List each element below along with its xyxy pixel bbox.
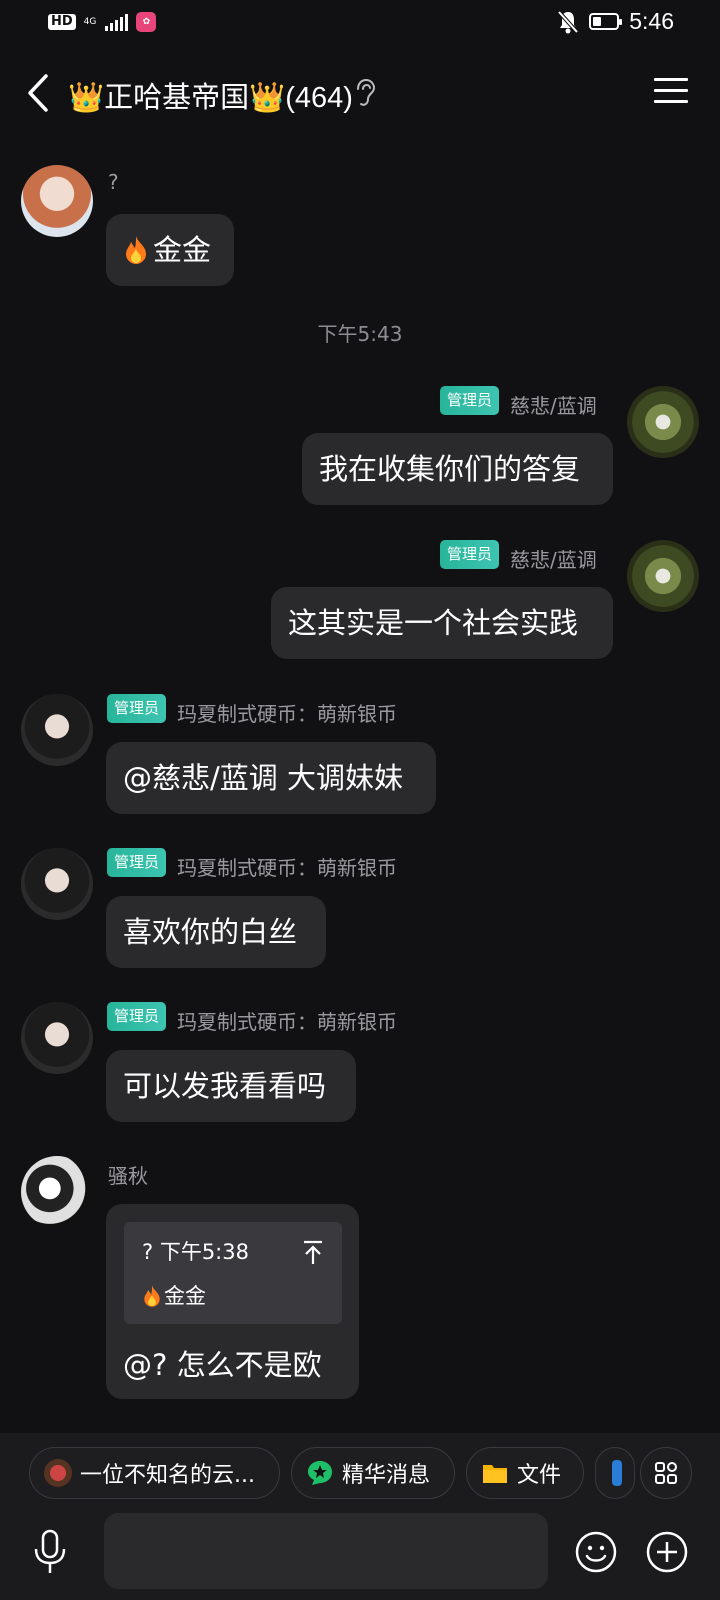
message-bubble[interactable]: 这其实是一个社会实践: [271, 587, 613, 659]
network-type: 4G: [83, 16, 97, 27]
jump-up-icon[interactable]: [302, 1240, 324, 1266]
bell-muted-icon: [557, 10, 579, 33]
message-bubble[interactable]: 金金: [106, 214, 234, 286]
clock: 5:46: [629, 8, 674, 34]
admin-badge: 管理员: [107, 1002, 167, 1031]
chip-partial[interactable]: [595, 1447, 635, 1499]
sender-name: ?: [108, 170, 119, 194]
message-input[interactable]: [104, 1513, 548, 1589]
sender-name: 玛夏制式硬币：萌新银币: [177, 1010, 397, 1034]
signal-icon: [105, 13, 129, 31]
fire-icon: [126, 236, 146, 264]
hd-indicator: HD: [48, 14, 76, 30]
apps-grid-button[interactable]: [640, 1447, 692, 1499]
message-text: 喜欢你的白丝: [123, 915, 298, 949]
sender-name: 慈悲/蓝调: [510, 548, 597, 572]
sender-name: 玛夏制式硬币：萌新银币: [177, 702, 397, 726]
quoted-text: 金金: [142, 1280, 206, 1310]
back-arrow-icon[interactable]: [24, 72, 54, 114]
plus-icon[interactable]: [646, 1531, 688, 1573]
admin-badge: 管理员: [107, 848, 167, 877]
chip-contact[interactable]: 一位不知名的云...: [29, 1447, 280, 1499]
star-chat-icon: [308, 1461, 332, 1485]
quoted-meta: ? 下午5:38: [142, 1240, 249, 1264]
bottom-panel: 一位不知名的云... 精华消息 文件: [0, 1433, 720, 1600]
chip-files[interactable]: 文件: [466, 1447, 584, 1499]
message-text: @慈悲/蓝调 大调妹妹: [123, 761, 403, 795]
sender-name: 慈悲/蓝调: [510, 394, 597, 418]
app-icon: [612, 1460, 622, 1486]
admin-badge: 管理员: [440, 386, 500, 415]
avatar[interactable]: [21, 848, 93, 920]
user-avatar-icon: [44, 1459, 72, 1487]
avatar[interactable]: [21, 1156, 93, 1228]
message-bubble[interactable]: 我在收集你们的答复: [302, 433, 613, 505]
message-text: @? 怎么不是欧: [123, 1348, 322, 1382]
avatar[interactable]: [21, 694, 93, 766]
admin-badge: 管理员: [107, 694, 167, 723]
ear-icon[interactable]: [352, 78, 376, 108]
group-title[interactable]: 👑正哈基帝国👑(464): [68, 74, 353, 116]
avatar[interactable]: [627, 540, 699, 612]
message-bubble[interactable]: 可以发我看看吗: [106, 1050, 356, 1122]
fire-icon: [144, 1285, 160, 1307]
emoji-icon[interactable]: [575, 1531, 617, 1573]
message-text: 我在收集你们的答复: [319, 452, 581, 486]
avatar[interactable]: [21, 1002, 93, 1074]
avatar[interactable]: [21, 165, 93, 237]
avatar[interactable]: [627, 386, 699, 458]
folder-icon: [483, 1465, 507, 1483]
app-notification-icon: ✿: [136, 12, 157, 32]
message-text: 可以发我看看吗: [123, 1069, 327, 1103]
microphone-icon[interactable]: [30, 1529, 70, 1575]
message-text: 金金: [153, 233, 212, 267]
quoted-message[interactable]: ? 下午5:38 金金: [124, 1222, 342, 1324]
admin-badge: 管理员: [440, 540, 500, 569]
timestamp: 下午5:43: [317, 322, 403, 346]
message-bubble[interactable]: 喜欢你的白丝: [106, 896, 326, 968]
status-bar: HD 4G ✿ 5:46: [0, 0, 720, 50]
sender-name: 玛夏制式硬币：萌新银币: [177, 856, 397, 880]
battery-icon: [589, 13, 623, 30]
grid-icon: [655, 1462, 677, 1484]
menu-icon[interactable]: [654, 78, 688, 106]
chip-featured-messages[interactable]: 精华消息: [291, 1447, 455, 1499]
sender-name: 骚秋: [108, 1164, 148, 1188]
chat-header: 👑正哈基帝国👑(464): [0, 58, 720, 128]
message-text: 这其实是一个社会实践: [288, 606, 579, 640]
message-bubble[interactable]: @慈悲/蓝调 大调妹妹: [106, 742, 436, 814]
